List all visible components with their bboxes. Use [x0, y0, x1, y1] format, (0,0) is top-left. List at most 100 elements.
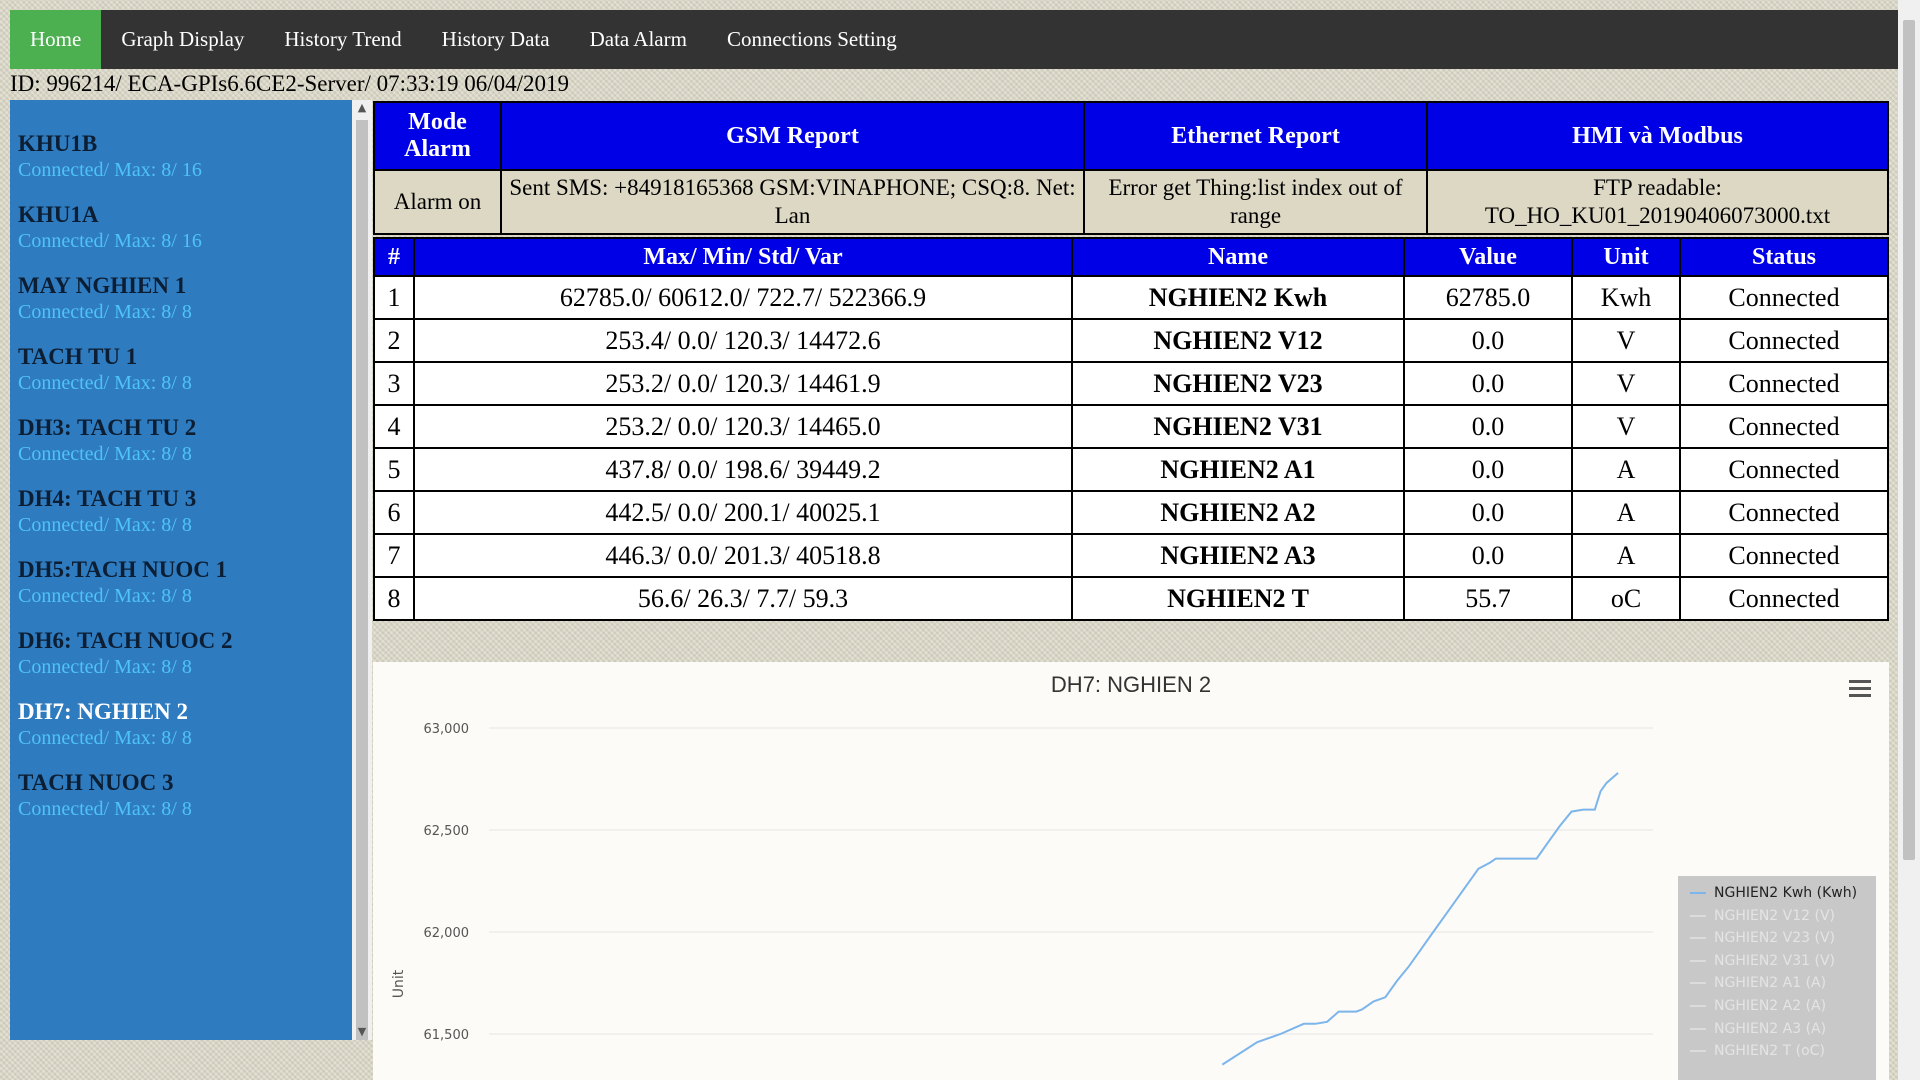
- sidebar-item-status: Connected/ Max: 8/ 8: [18, 301, 192, 323]
- sidebar-item[interactable]: KHU1B Connected/ Max: 8/ 16: [10, 130, 352, 201]
- y-tick-label: 62,000: [424, 926, 470, 941]
- sidebar-item-name: TACH TU 1: [18, 344, 138, 369]
- cell-stats: 253.2/ 0.0/ 120.3/ 14465.0: [413, 404, 1073, 449]
- sidebar-item-name: KHU1B: [18, 131, 98, 156]
- sidebar-item-name: DH4: TACH TU 3: [18, 486, 197, 511]
- sidebar-item[interactable]: MAY NGHIEN 1 Connected/ Max: 8/ 8: [10, 272, 352, 343]
- cell-status: Connected: [1679, 275, 1889, 320]
- nav-connections-setting[interactable]: Connections Setting: [707, 10, 917, 69]
- hmi-modbus-header: HMI và Modbus: [1426, 101, 1889, 171]
- cell-name: NGHIEN2 V31: [1071, 404, 1405, 449]
- nav-data-alarm[interactable]: Data Alarm: [570, 10, 707, 69]
- hamburger-menu-icon[interactable]: [1849, 680, 1871, 698]
- sidebar-scrollbar[interactable]: ▲ ▼: [352, 100, 372, 1040]
- gsm-report-header: GSM Report: [500, 101, 1085, 171]
- cell-value: 62785.0: [1403, 275, 1573, 320]
- sidebar-item-status: Connected/ Max: 8/ 8: [18, 372, 192, 394]
- legend-item[interactable]: NGHIEN2 A2 (A): [1678, 995, 1876, 1018]
- cell-value: 0.0: [1403, 447, 1573, 492]
- nav-history-trend[interactable]: History Trend: [264, 10, 421, 69]
- nav-history-data[interactable]: History Data: [422, 10, 570, 69]
- col-unit: Unit: [1571, 237, 1681, 277]
- sidebar-item[interactable]: DH7: NGHIEN 2 Connected/ Max: 8/ 8: [10, 698, 352, 769]
- legend-item[interactable]: NGHIEN2 A3 (A): [1678, 1018, 1876, 1041]
- legend-item[interactable]: NGHIEN2 T (oC): [1678, 1040, 1876, 1063]
- cell-unit: oC: [1571, 576, 1681, 621]
- sidebar-item[interactable]: KHU1A Connected/ Max: 8/ 16: [10, 201, 352, 272]
- ethernet-report-header: Ethernet Report: [1083, 101, 1428, 171]
- cell-status: Connected: [1679, 318, 1889, 363]
- sidebar-item[interactable]: DH3: TACH TU 2 Connected/ Max: 8/ 8: [10, 414, 352, 485]
- device-sidebar: KHU1B Connected/ Max: 8/ 16 KHU1A Connected…: [10, 100, 352, 1040]
- cell-stats: 62785.0/ 60612.0/ 722.7/ 522366.9: [413, 275, 1073, 320]
- sidebar-item[interactable]: DH4: TACH TU 3 Connected/ Max: 8/ 8: [10, 485, 352, 556]
- sidebar-item-status: Connected/ Max: 8/ 8: [18, 585, 192, 607]
- cell-n: 1: [373, 275, 415, 320]
- page-scroll-thumb[interactable]: [1903, 20, 1915, 860]
- series-line[interactable]: [1221, 772, 1619, 1066]
- report-table: Mode Alarm GSM Report Ethernet Report HM…: [373, 101, 1889, 235]
- cell-name: NGHIEN2 Kwh: [1071, 275, 1405, 320]
- cell-status: Connected: [1679, 490, 1889, 535]
- line-chart: 63,000 62,500 62,000 61,500 Unit: [391, 722, 1653, 1066]
- hmi-modbus-value: FTP readable: TO_HO_KU01_20190406073000.…: [1426, 169, 1889, 235]
- y-tick-label: 62,500: [424, 824, 470, 839]
- cell-stats: 437.8/ 0.0/ 198.6/ 39449.2: [413, 447, 1073, 492]
- cell-value: 0.0: [1403, 404, 1573, 449]
- mode-alarm-value: Alarm on: [373, 169, 502, 235]
- cell-name: NGHIEN2 A3: [1071, 533, 1405, 578]
- sidebar-item[interactable]: DH5:TACH NUOC 1 Connected/ Max: 8/ 8: [10, 556, 352, 627]
- cell-value: 0.0: [1403, 361, 1573, 406]
- cell-status: Connected: [1679, 361, 1889, 406]
- y-tick-label: 61,500: [424, 1028, 470, 1043]
- cell-value: 0.0: [1403, 490, 1573, 535]
- device-id-line: ID: 996214/ ECA-GPIs6.6CE2-Server/ 07:33…: [10, 71, 569, 96]
- top-navbar: Home Graph Display History Trend History…: [10, 10, 1900, 69]
- sidebar-item[interactable]: TACH TU 1 Connected/ Max: 8/ 8: [10, 343, 352, 414]
- chart-panel: DH7: NGHIEN 2 63,000 62,500 62,000 61,500 Un…: [373, 662, 1889, 1080]
- mode-alarm-header: Mode Alarm: [373, 101, 502, 171]
- y-tick-label: 63,000: [424, 722, 470, 737]
- legend-item[interactable]: NGHIEN2 V31 (V): [1678, 950, 1876, 973]
- sidebar-item-name: MAY NGHIEN 1: [18, 273, 187, 298]
- sidebar-item-name: DH7: NGHIEN 2: [18, 699, 188, 724]
- sidebar-item[interactable]: TACH NUOC 3 Connected/ Max: 8/ 8: [10, 769, 352, 840]
- sidebar-item-status: Connected/ Max: 8/ 8: [18, 443, 192, 465]
- cell-unit: V: [1571, 318, 1681, 363]
- cell-n: 8: [373, 576, 415, 621]
- scroll-down-arrow-icon[interactable]: ▼: [352, 1024, 372, 1040]
- cell-name: NGHIEN2 A2: [1071, 490, 1405, 535]
- col-number: #: [373, 237, 415, 277]
- nav-home[interactable]: Home: [10, 10, 102, 69]
- cell-unit: A: [1571, 447, 1681, 492]
- cell-n: 7: [373, 533, 415, 578]
- cell-n: 6: [373, 490, 415, 535]
- legend-item[interactable]: NGHIEN2 Kwh (Kwh): [1678, 882, 1876, 905]
- sidebar-item[interactable]: DH6: TACH NUOC 2 Connected/ Max: 8/ 8: [10, 627, 352, 698]
- cell-unit: A: [1571, 490, 1681, 535]
- cell-value: 0.0: [1403, 318, 1573, 363]
- nav-graph-display[interactable]: Graph Display: [101, 10, 264, 69]
- table-row: 3 253.2/ 0.0/ 120.3/ 14461.9 NGHIEN2 V23 0.…: [373, 361, 1889, 406]
- legend-item[interactable]: NGHIEN2 V12 (V): [1678, 905, 1876, 928]
- ethernet-report-value: Error get Thing:list index out of range: [1083, 169, 1428, 235]
- table-row: 5 437.8/ 0.0/ 198.6/ 39449.2 NGHIEN2 A1 0.0…: [373, 447, 1889, 492]
- page-scrollbar[interactable]: [1898, 0, 1920, 1080]
- cell-stats: 253.2/ 0.0/ 120.3/ 14461.9: [413, 361, 1073, 406]
- cell-n: 2: [373, 318, 415, 363]
- legend-item[interactable]: NGHIEN2 A1 (A): [1678, 972, 1876, 995]
- sidebar-item-name: TACH NUOC 3: [18, 770, 174, 795]
- cell-n: 3: [373, 361, 415, 406]
- col-stats: Max/ Min/ Std/ Var: [413, 237, 1073, 277]
- cell-stats: 56.6/ 26.3/ 7.7/ 59.3: [413, 576, 1073, 621]
- legend-item[interactable]: NGHIEN2 V23 (V): [1678, 927, 1876, 950]
- cell-unit: V: [1571, 404, 1681, 449]
- table-row: 6 442.5/ 0.0/ 200.1/ 40025.1 NGHIEN2 A2 0.0…: [373, 490, 1889, 535]
- cell-name: NGHIEN2 V12: [1071, 318, 1405, 363]
- sidebar-item-name: DH5:TACH NUOC 1: [18, 557, 228, 582]
- measurement-table: # Max/ Min/ Std/ Var Name Value Unit Sta…: [373, 237, 1889, 621]
- scroll-up-arrow-icon[interactable]: ▲: [352, 100, 372, 116]
- cell-status: Connected: [1679, 404, 1889, 449]
- col-name: Name: [1071, 237, 1405, 277]
- sidebar-scroll-thumb[interactable]: [356, 120, 368, 1040]
